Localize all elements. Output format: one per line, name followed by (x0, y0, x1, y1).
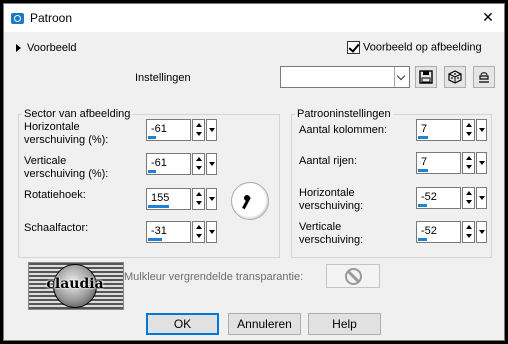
expand-arrow-icon (16, 44, 21, 53)
help-button[interactable]: Help (308, 313, 381, 335)
transparency-button (326, 264, 380, 288)
rotation-slider-popup[interactable] (206, 188, 217, 210)
h-offset-label: Horizontale verschuiving (%): (24, 121, 109, 146)
save-preset-button[interactable] (415, 66, 437, 88)
chevron-down-icon[interactable] (394, 67, 409, 87)
preset-dropdown[interactable] (280, 66, 410, 88)
scale-spin-buttons[interactable] (192, 221, 205, 243)
pattern-h-offset-label: Horizontale verschuiving: (299, 187, 364, 212)
columns-spin-buttons[interactable] (462, 119, 475, 141)
cancel-button[interactable]: Annuleren (228, 313, 301, 335)
h-offset-level (148, 136, 156, 139)
rotation-level (148, 205, 169, 208)
v-offset-spin-buttons[interactable] (192, 153, 205, 175)
reset-icon (479, 72, 489, 83)
rows-stepper[interactable]: 7 (416, 152, 487, 174)
rows-level (418, 169, 428, 172)
pattern-v-offset-slider-popup[interactable] (476, 221, 487, 243)
v-offset-label: Verticale verschuiving (%): (24, 155, 109, 180)
rows-slider-popup[interactable] (476, 152, 487, 174)
pattern-h-offset-spin-buttons[interactable] (462, 187, 475, 209)
title-bar: Patroon ✕ (4, 4, 504, 32)
random-button[interactable] (444, 66, 466, 88)
columns-label: Aantal kolommen: (299, 124, 388, 136)
h-offset-stepper[interactable]: -61 (146, 119, 217, 141)
pattern-v-offset-stepper[interactable]: -52 (416, 221, 487, 243)
settings-label: Instellingen (135, 72, 191, 84)
rotation-label: Rotatiehoek: (24, 189, 86, 201)
columns-slider-popup[interactable] (476, 119, 487, 141)
transparency-label: Mulkleur vergrendelde transparantie: (124, 271, 304, 283)
logo-text: claudia (46, 276, 104, 292)
columns-stepper[interactable]: 7 (416, 119, 487, 141)
scale-label: Schaalfactor: (24, 222, 89, 234)
preview-on-image-label: Voorbeeld op afbeelding (363, 41, 482, 54)
rows-label: Aantal rijen: (299, 155, 358, 167)
v-offset-slider-popup[interactable] (206, 153, 217, 175)
scale-slider-popup[interactable] (206, 221, 217, 243)
watermark-logo: claudia (28, 262, 124, 310)
rotation-stepper[interactable]: 155 (146, 188, 217, 210)
rotation-spin-buttons[interactable] (192, 188, 205, 210)
h-offset-spin-buttons[interactable] (192, 119, 205, 141)
preview-on-image[interactable]: Voorbeeld op afbeelding (347, 41, 482, 54)
h-offset-slider-popup[interactable] (206, 119, 217, 141)
sector-title: Sector van afbeelding (24, 108, 131, 120)
scale-level (148, 238, 162, 241)
pattern-h-offset-level (418, 204, 427, 207)
camera-icon (11, 13, 24, 24)
pattern-h-offset-slider-popup[interactable] (476, 187, 487, 209)
dice-icon (448, 70, 462, 84)
scale-stepper[interactable]: -31 (146, 221, 217, 243)
patroon-dialog: Patroon ✕ Voorbeeld Voorbeeld op afbeeld… (3, 3, 505, 341)
window-title: Patroon (30, 11, 73, 25)
preview-toggle[interactable]: Voorbeeld (16, 42, 77, 54)
pattern-title: Patrooninstellingen (297, 108, 391, 120)
v-offset-level (148, 170, 156, 173)
ok-button[interactable]: OK (146, 313, 219, 335)
preview-label: Voorbeeld (27, 42, 77, 54)
close-button[interactable]: ✕ (478, 8, 498, 28)
pattern-h-offset-stepper[interactable]: -52 (416, 187, 487, 209)
preview-on-image-checkbox[interactable] (347, 41, 360, 54)
pattern-v-offset-label: Verticale verschuiving: (299, 221, 364, 246)
reset-button[interactable] (473, 66, 495, 88)
dialog-body: Voorbeeld Voorbeeld op afbeelding Instel… (4, 32, 504, 340)
pattern-v-offset-level (418, 238, 427, 241)
rows-spin-buttons[interactable] (462, 152, 475, 174)
v-offset-stepper[interactable]: -61 (146, 153, 217, 175)
pattern-v-offset-spin-buttons[interactable] (462, 221, 475, 243)
rotation-dial[interactable] (231, 182, 269, 220)
no-entry-icon (345, 268, 362, 285)
save-icon (419, 70, 433, 84)
columns-level (418, 136, 428, 139)
